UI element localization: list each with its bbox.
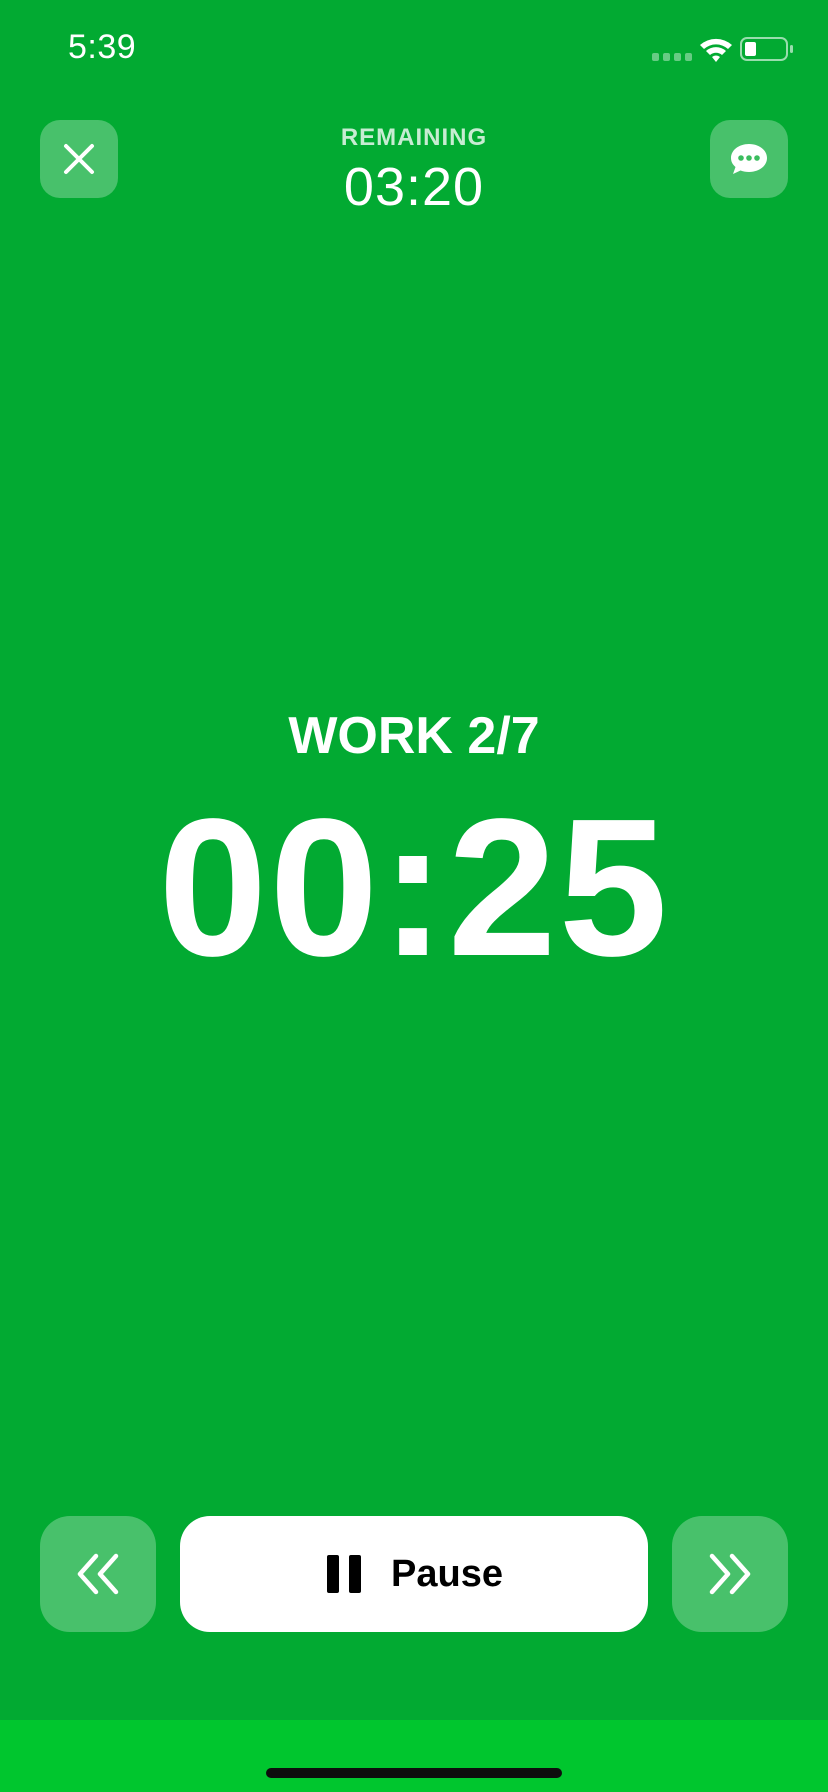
phase-label: WORK 2/7 [288,707,540,765]
chat-bubble-icon [731,144,767,174]
wifi-icon [700,38,732,62]
signal-icon [652,53,692,61]
battery-icon [740,37,793,61]
double-chevron-left-icon [77,1553,119,1595]
double-chevron-right-icon [709,1553,751,1595]
status-time: 5:39 [68,28,137,66]
home-area [0,1720,828,1792]
pause-button[interactable]: Pause [180,1516,648,1632]
home-indicator[interactable] [266,1768,562,1778]
remaining-time: 03:20 [343,157,485,217]
pause-button-label: Pause [391,1552,503,1595]
pause-icon [327,1555,362,1593]
status-bar: 5:39 [0,0,828,100]
next-interval-button[interactable] [672,1516,788,1632]
interval-timer: 00:25 [158,778,670,997]
previous-interval-button[interactable] [40,1516,156,1632]
remaining-label: REMAINING [340,124,488,151]
chat-button[interactable] [710,120,788,198]
